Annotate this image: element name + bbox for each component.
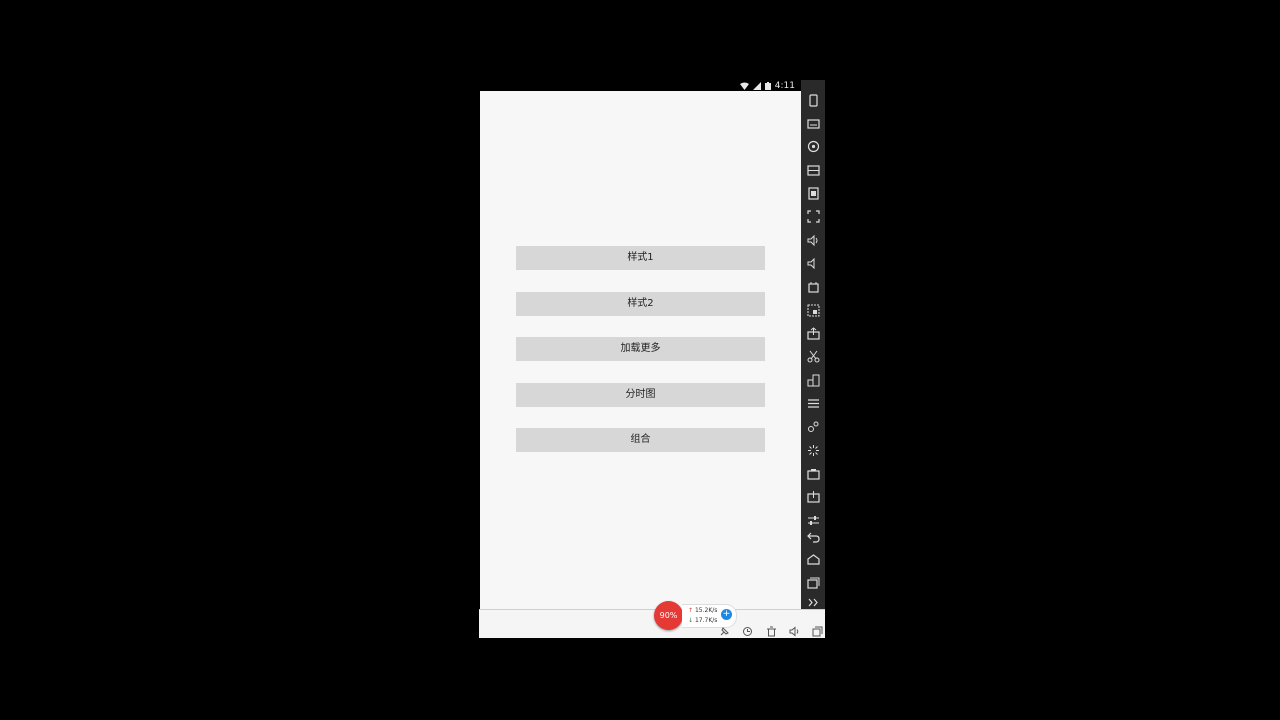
shake-icon[interactable] xyxy=(807,280,820,293)
app-icon[interactable] xyxy=(807,420,820,433)
loading-icon[interactable] xyxy=(807,444,820,457)
settings-slider-icon[interactable] xyxy=(807,514,820,527)
storage-icon[interactable] xyxy=(807,164,820,177)
fullscreen-icon[interactable] xyxy=(807,210,820,223)
download-speed: 17.7K/s xyxy=(694,617,718,624)
wifi-icon xyxy=(739,82,749,90)
back-icon[interactable] xyxy=(807,530,820,543)
upload-speed-row: ↑ 15.2K/s xyxy=(688,607,717,614)
trash-icon[interactable] xyxy=(766,626,777,637)
install-icon[interactable] xyxy=(807,490,820,503)
style1-button[interactable]: 样式1 xyxy=(516,246,765,270)
phone-rotate-icon[interactable] xyxy=(807,94,820,107)
app-screen: 样式1 样式2 加载更多 分时图 组合 xyxy=(480,91,801,609)
window-icon[interactable] xyxy=(812,626,823,637)
home-icon[interactable] xyxy=(807,553,820,566)
multi-window-icon[interactable] xyxy=(807,374,820,387)
cpu-usage-badge[interactable]: 90% xyxy=(654,601,683,630)
status-time: 4:11 xyxy=(774,80,795,91)
download-speed-row: ↓ 17.7K/s xyxy=(688,617,717,624)
status-bar: 4:11 xyxy=(480,80,801,91)
screenshot-icon[interactable] xyxy=(807,304,820,317)
style2-button[interactable]: 样式2 xyxy=(516,292,765,316)
expand-more-icon[interactable] xyxy=(807,596,820,609)
upload-speed: 15.2K/s xyxy=(694,607,718,614)
load-more-button[interactable]: 加载更多 xyxy=(516,337,765,361)
time-share-chart-button[interactable]: 分时图 xyxy=(516,383,765,407)
recents-icon[interactable] xyxy=(807,576,820,589)
location-icon[interactable] xyxy=(807,140,820,153)
scissors-icon[interactable] xyxy=(807,350,820,363)
volume-down-icon[interactable] xyxy=(807,257,820,270)
download-arrow-icon: ↓ xyxy=(688,617,694,624)
sdcard-icon[interactable] xyxy=(807,187,820,200)
upload-arrow-icon: ↑ xyxy=(688,607,694,614)
speaker-icon[interactable] xyxy=(789,626,800,637)
sync-icon[interactable] xyxy=(742,626,753,637)
volume-up-icon[interactable] xyxy=(807,234,820,247)
keyboard-icon[interactable] xyxy=(807,117,820,130)
signal-icon xyxy=(752,81,761,90)
battery-icon xyxy=(764,81,771,90)
combination-button[interactable]: 组合 xyxy=(516,428,765,452)
emulator-toolbar xyxy=(801,80,825,611)
menu-icon[interactable] xyxy=(807,397,820,410)
camera-icon[interactable] xyxy=(807,467,820,480)
accelerate-plus-icon[interactable]: + xyxy=(721,609,732,620)
pin-icon[interactable] xyxy=(719,626,730,637)
share-icon[interactable] xyxy=(807,327,820,340)
